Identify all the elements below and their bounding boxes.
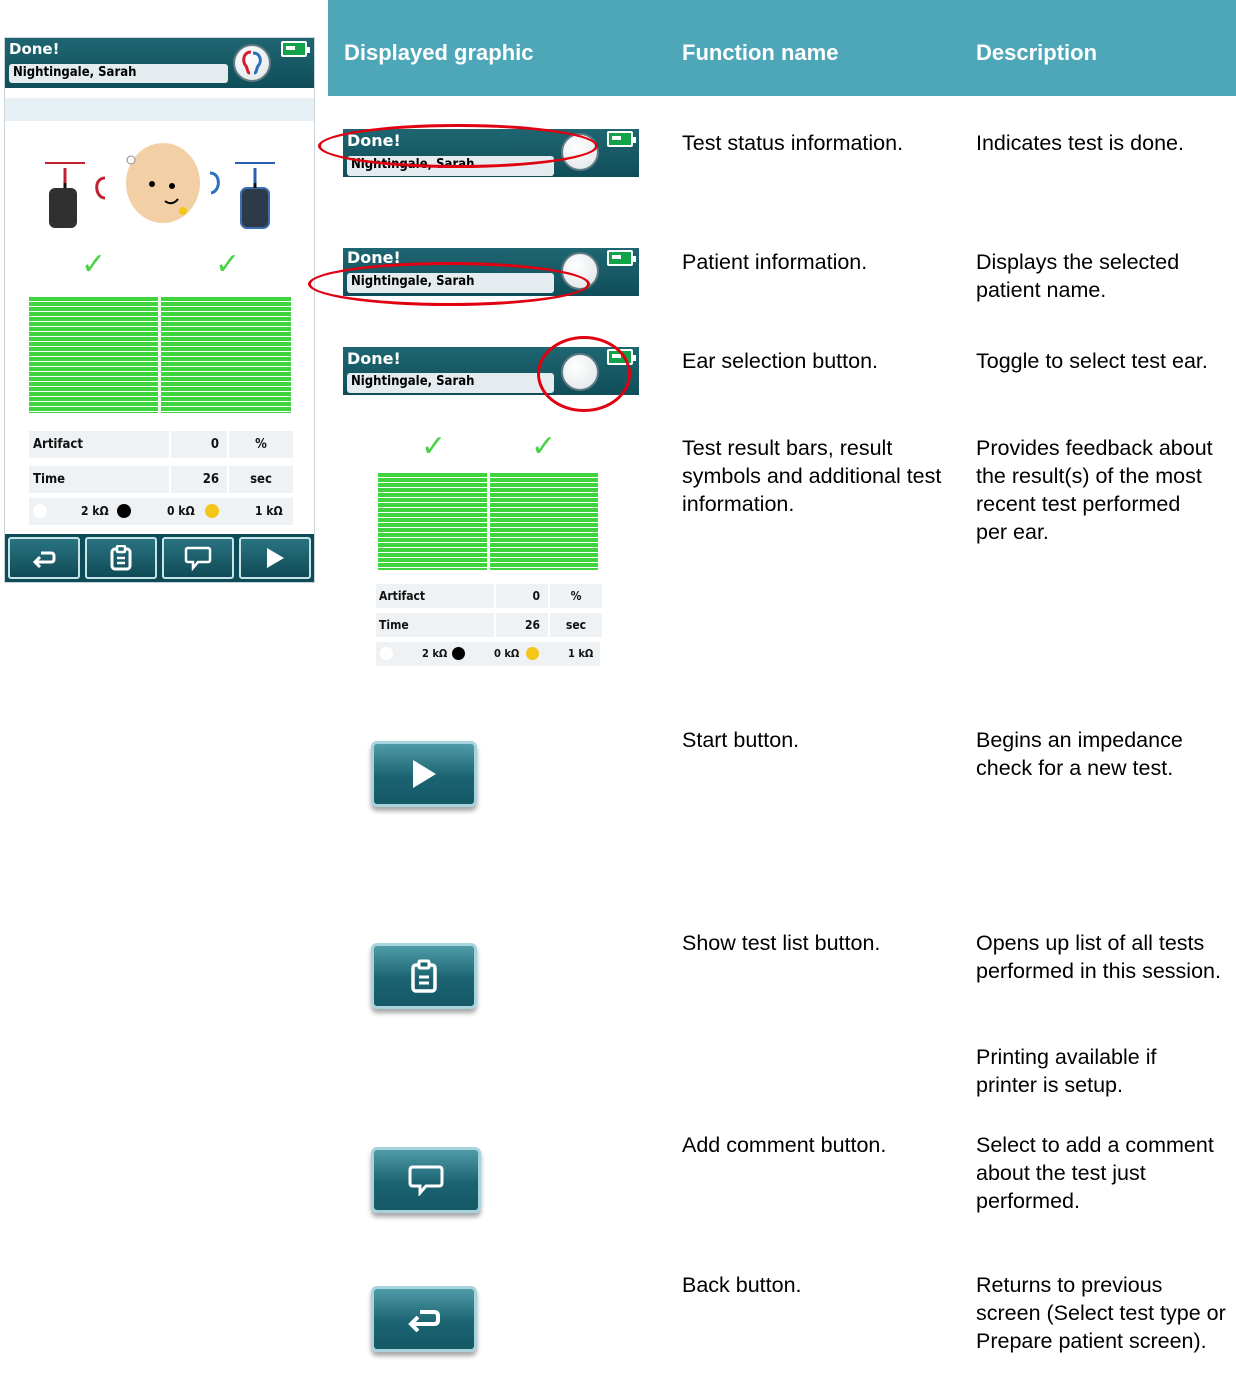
graphic-artifact-value: 0 — [496, 584, 548, 608]
black-electrode-dot-icon — [117, 504, 131, 518]
graphic-time-value: 26 — [496, 613, 548, 637]
col-header-graphic: Displayed graphic — [344, 40, 534, 65]
graphic-black-dot-icon — [452, 647, 465, 660]
impedance-value-3: 1 kΩ — [255, 504, 283, 518]
description-7: Printing available if printer is setup. — [976, 1045, 1157, 1097]
artifact-unit: % — [229, 431, 293, 458]
yellow-electrode-dot-icon — [205, 504, 219, 518]
graphic-clipboard-icon — [411, 959, 437, 993]
description-5: Begins an impedance check for a new test… — [976, 728, 1183, 780]
right-result-bars — [161, 297, 291, 413]
graphic-patient-field-3: Nightingale, Sarah — [347, 373, 554, 393]
graphic-battery-icon — [607, 131, 636, 147]
graphic-right-check-icon: ✓ — [531, 429, 557, 464]
graphic-artifact-row: Artifact 0 % — [376, 584, 602, 608]
col-header-function: Function name — [682, 40, 839, 65]
comment-button-graphic — [371, 1147, 481, 1213]
left-pass-check-icon: ✓ — [81, 247, 107, 282]
ear-selection-button[interactable] — [233, 44, 271, 82]
graphic-time-row: Time 26 sec — [376, 613, 602, 637]
device-screen: Done! Nightingale, Sarah ✓ ✓ Artifact 0 … — [4, 37, 315, 583]
ear-highlight-circle — [537, 336, 631, 412]
description-4: Provides feedback about the result(s) of… — [976, 436, 1213, 544]
col-header-description: Description — [976, 40, 1098, 65]
battery-icon — [281, 41, 310, 57]
graphic-left-check-icon: ✓ — [421, 429, 447, 464]
function-5: Start button. — [682, 728, 800, 752]
graphic-imp-2: 0 kΩ — [494, 647, 520, 660]
device-header: Done! Nightingale, Sarah — [5, 38, 314, 88]
table-header: Displayed graphic Function name Descript… — [328, 0, 1236, 96]
impedance-row: 2 kΩ 0 kΩ 1 kΩ — [29, 498, 293, 525]
artifact-label: Artifact — [29, 431, 169, 458]
impedance-value-1: 2 kΩ — [81, 504, 109, 518]
description-8: Select to add a comment about the test j… — [976, 1133, 1214, 1213]
time-unit: sec — [229, 466, 293, 493]
test-list-button[interactable] — [85, 537, 157, 579]
graphic-battery-icon-2 — [607, 250, 636, 266]
graphic-impedance-row: 2 kΩ 0 kΩ 1 kΩ — [376, 642, 600, 666]
graphic-impedance-bar: 2 kΩ 0 kΩ 1 kΩ — [376, 642, 600, 666]
function-1: Test status information. — [682, 131, 904, 155]
info-strip — [5, 98, 314, 121]
function-9: Back button. — [682, 1273, 802, 1297]
graphic-time-label: Time — [376, 613, 494, 637]
ear-icon — [242, 50, 262, 75]
start-button[interactable] — [239, 537, 311, 579]
graphic-yellow-dot-icon — [526, 647, 539, 660]
description-3: Toggle to select test ear. — [976, 349, 1208, 373]
function-4: Test result bars, result symbols and add… — [682, 436, 942, 516]
impedance-bar: 2 kΩ 0 kΩ 1 kΩ — [29, 498, 293, 525]
speech-bubble-icon — [184, 546, 212, 571]
artifact-row: Artifact 0 % — [29, 431, 293, 458]
time-value: 26 — [171, 466, 227, 493]
graphic-play-icon — [413, 760, 436, 788]
status-highlight-oval — [318, 124, 598, 168]
baby-illustration — [5, 133, 314, 263]
artifact-value: 0 — [171, 431, 227, 458]
return-arrow-icon — [32, 551, 56, 568]
play-icon — [267, 548, 284, 568]
status-text: Done! — [9, 40, 60, 58]
graphic-imp-3: 1 kΩ — [568, 647, 594, 660]
graphic-time-unit: sec — [550, 613, 602, 637]
back-button[interactable] — [8, 537, 80, 579]
function-8: Add comment button. — [682, 1133, 887, 1157]
description-2: Displays the selected patient name. — [976, 250, 1180, 302]
clipboard-icon — [110, 545, 132, 571]
graphic-artifact-unit: % — [550, 584, 602, 608]
description-9: Returns to previous screen (Select test … — [976, 1273, 1226, 1353]
function-6: Show test list button. — [682, 931, 881, 955]
graphic-artifact-label: Artifact — [376, 584, 494, 608]
patient-name-field[interactable]: Nightingale, Sarah — [9, 64, 228, 83]
function-3: Ear selection button. — [682, 349, 879, 373]
electrode-icon — [45, 143, 275, 229]
graphic-return-arrow-icon — [408, 1310, 440, 1332]
description-1: Indicates test is done. — [976, 131, 1184, 155]
graphic-status-text-3: Done! — [347, 349, 401, 368]
device-toolbar — [5, 534, 314, 582]
function-2: Patient information. — [682, 250, 868, 274]
start-button-graphic — [371, 741, 477, 807]
right-pass-check-icon: ✓ — [215, 247, 241, 282]
time-row: Time 26 sec — [29, 466, 293, 493]
graphic-right-bars — [490, 473, 598, 570]
patient-highlight-oval — [308, 262, 590, 306]
left-result-bars — [29, 297, 158, 413]
test-list-button-graphic — [371, 943, 477, 1009]
graphic-ref-dot-icon — [380, 647, 393, 660]
comment-button[interactable] — [162, 537, 234, 579]
description-6: Opens up list of all tests performed in … — [976, 931, 1221, 983]
ref-electrode-dot-icon — [33, 504, 47, 518]
graphic-left-bars — [378, 473, 487, 570]
back-button-graphic — [371, 1286, 477, 1352]
time-label: Time — [29, 466, 169, 493]
graphic-speech-bubble-icon — [408, 1165, 444, 1196]
impedance-value-2: 0 kΩ — [167, 504, 195, 518]
graphic-imp-1: 2 kΩ — [422, 647, 448, 660]
